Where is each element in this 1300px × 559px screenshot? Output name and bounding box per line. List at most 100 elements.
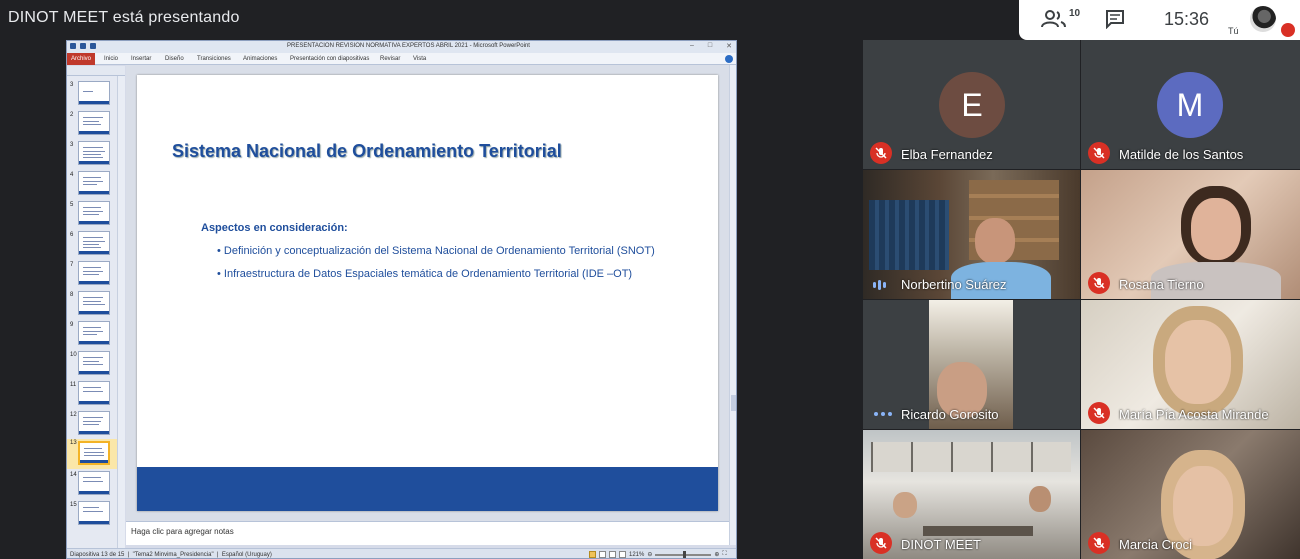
tab-insertar[interactable]: Insertar [131,56,151,62]
slide-title: Sistema Nacional de Ordenamiento Territo… [172,141,562,161]
thumbnail-number: 4 [70,172,74,178]
more-options-icon[interactable] [874,412,892,416]
participant-tile[interactable]: Norbertino Suárez [863,170,1080,299]
thumbnail-row[interactable]: 10 [67,351,119,379]
slide-thumbnail[interactable] [78,471,110,495]
thumbnail-row[interactable]: 5 [67,201,119,229]
fit-slide-icon[interactable]: ⛶ [722,551,726,558]
presentation-window: PRESENTACION REVISION NORMATIVA EXPERTOS… [66,40,737,559]
video-person-head [1165,320,1231,404]
tab-vista[interactable]: Vista [413,56,426,62]
window-controls: – □ ✕ [690,42,732,50]
mic-off-icon [1088,272,1110,294]
slide-thumbnail[interactable] [78,231,110,255]
thumbnail-row[interactable]: 7 [67,261,119,289]
participant-tile[interactable]: E Elba Fernandez [863,40,1080,169]
participant-tile[interactable]: Rosana Tierno [1081,170,1300,299]
thumbnail-row[interactable]: 15 [67,501,119,529]
participant-tile[interactable]: DINOT MEET [863,430,1080,559]
slide-thumbnail[interactable] [78,111,110,135]
participant-name: Matilde de los Santos [1119,147,1244,162]
people-count: 10 [1069,8,1081,19]
tab-diseno[interactable]: Diseño [165,56,184,62]
thumbnail-row[interactable]: 6 [67,231,119,259]
normal-view-icon[interactable] [589,551,596,558]
reading-view-icon[interactable] [609,551,616,558]
tab-animaciones[interactable]: Animaciones [243,56,277,62]
participant-name: Marcia Croci [1119,537,1192,552]
zoom-in-icon[interactable]: ⊕ [714,551,719,558]
slide-thumbnail[interactable] [78,81,110,105]
thumbnail-row[interactable]: 14 [67,471,119,499]
thumbnail-pane-header [67,66,125,76]
slide-thumbnail[interactable] [78,291,110,315]
quick-access-toolbar [70,43,96,49]
thumbnail-number: 15 [70,502,77,508]
tab-presentacion[interactable]: Presentación con diapositivas [290,56,369,62]
slide-thumbnail[interactable] [78,141,110,165]
participant-tile[interactable]: M Matilde de los Santos [1081,40,1300,169]
notes-pane[interactable]: Haga clic para agregar notas [126,521,729,545]
thumbnail-row[interactable]: 4 [67,171,119,199]
minimize-icon[interactable]: – [690,42,694,50]
chat-button[interactable] [1105,9,1127,31]
slide-scrollbar[interactable] [729,65,736,545]
thumbnail-row[interactable]: 8 [67,291,119,319]
people-button[interactable]: 10 [1041,8,1085,32]
thumbnail-number: 11 [70,382,77,388]
slideshow-view-icon[interactable] [619,551,626,558]
meeting-toolbar: 10 15:36 Tú [1019,0,1300,40]
help-icon[interactable] [725,55,733,63]
ribbon-tabs: Archivo Inicio Insertar Diseño Transicio… [67,53,736,65]
mic-off-icon [870,142,892,164]
current-slide[interactable]: Sistema Nacional de Ordenamiento Territo… [137,75,718,511]
thumbnail-scrollbar[interactable] [117,76,125,548]
mic-off-icon [1088,142,1110,164]
slide-thumbnail[interactable] [78,441,110,465]
slide-thumbnail[interactable] [78,381,110,405]
participant-tile[interactable]: Ricardo Gorosito [863,300,1080,429]
slide-thumbnail[interactable] [78,201,110,225]
language[interactable]: Español (Uruguay) [222,552,272,558]
close-icon[interactable]: ✕ [726,42,732,50]
slide-thumbnail[interactable] [78,411,110,435]
mic-off-icon [1088,532,1110,554]
slide-thumbnail[interactable] [78,501,110,525]
zoom-slider[interactable] [655,550,712,558]
thumbnail-row-active[interactable]: 13 [67,439,119,469]
thumbnail-row[interactable]: 11 [67,381,119,409]
zoom-slider-handle[interactable] [683,550,687,558]
ppt-status-bar: Diapositiva 13 de 15 | "Tema2 Minvima_Pr… [67,548,736,558]
video-person-head [893,492,917,518]
self-avatar[interactable] [1250,6,1276,32]
tab-inicio[interactable]: Inicio [104,56,118,62]
ppt-titlebar: PRESENTACION REVISION NORMATIVA EXPERTOS… [67,41,736,53]
participant-tile[interactable]: Marcia Croci [1081,430,1300,559]
slide-thumbnail[interactable] [78,171,110,195]
tab-revisar[interactable]: Revisar [380,56,400,62]
thumbnail-row[interactable]: 9 [67,321,119,349]
slide-thumbnail[interactable] [78,321,110,345]
ppt-logo-icon [70,43,76,49]
participant-avatar: E [939,72,1005,138]
tab-transiciones[interactable]: Transiciones [197,56,231,62]
sorter-view-icon[interactable] [599,551,606,558]
thumbnail-number: 6 [70,232,74,238]
maximize-icon[interactable]: □ [708,42,712,50]
video-bookshelf [869,200,949,270]
thumbnail-row[interactable]: 12 [67,411,119,439]
tab-archivo[interactable]: Archivo [67,53,95,65]
slide-thumbnail[interactable] [78,351,110,375]
participant-tile[interactable]: María Pía Acosta Mirande [1081,300,1300,429]
thumbnail-row[interactable]: 3 [67,81,119,109]
theme-name: "Tema2 Minvima_Presidencia" [132,552,214,558]
mic-off-icon [870,532,892,554]
status-info: Diapositiva 13 de 15 | "Tema2 Minvima_Pr… [70,552,272,558]
zoom-level[interactable]: 121% [629,552,644,558]
slide-thumbnail[interactable] [78,261,110,285]
scrollbar-thumb[interactable] [731,395,736,411]
thumbnail-row[interactable]: 2 [67,111,119,139]
participant-name: Norbertino Suárez [901,277,1007,292]
thumbnail-row[interactable]: 3 [67,141,119,169]
zoom-out-icon[interactable]: ⊖ [647,551,652,558]
